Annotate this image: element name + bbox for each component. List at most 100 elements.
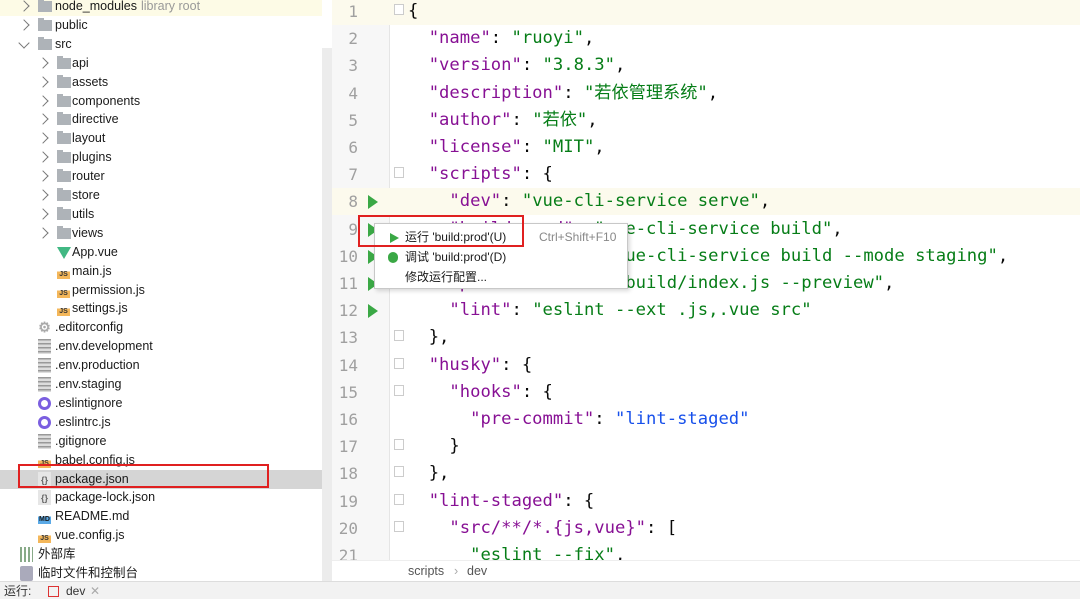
tree-item-public[interactable]: public bbox=[0, 16, 322, 35]
chevron-right-icon[interactable] bbox=[37, 227, 49, 239]
punctuation: , bbox=[707, 82, 719, 103]
tree-item-layout[interactable]: layout bbox=[0, 129, 322, 148]
tree-item-label: settings.js bbox=[72, 301, 128, 316]
punctuation: , bbox=[614, 55, 626, 76]
code-line[interactable]: 14 "husky": { bbox=[332, 352, 1080, 379]
chevron-right-icon[interactable] bbox=[37, 208, 49, 220]
tree-item-gitignore[interactable]: .gitignore bbox=[0, 432, 322, 451]
fold-icon[interactable] bbox=[394, 384, 404, 396]
code-line[interactable]: 21 "eslint --fix", bbox=[332, 542, 1080, 560]
tree-item-plugins[interactable]: plugins bbox=[0, 148, 322, 167]
run-script-icon[interactable] bbox=[368, 195, 378, 210]
tree-item-utils[interactable]: utils bbox=[0, 205, 322, 224]
fold-icon[interactable] bbox=[394, 330, 404, 342]
code-line[interactable]: 16 "pre-commit": "lint-staged" bbox=[332, 406, 1080, 433]
tree-item-settings-js[interactable]: JS settings.js bbox=[0, 299, 322, 318]
menu-item-debug[interactable]: 调试 'build:prod'(D) bbox=[375, 248, 627, 267]
tree-item-assets[interactable]: assets bbox=[0, 73, 322, 92]
tree-item-label: views bbox=[72, 225, 104, 240]
chevron-right-icon[interactable] bbox=[18, 19, 30, 31]
chevron-right-icon[interactable] bbox=[37, 189, 49, 201]
punctuation: : { bbox=[501, 354, 533, 375]
fold-icon[interactable] bbox=[394, 4, 404, 15]
tree-item-eslintrc-js[interactable]: .eslintrc.js bbox=[0, 413, 322, 432]
punctuation: , bbox=[884, 273, 895, 293]
breadcrumb-dev[interactable]: dev bbox=[467, 561, 487, 582]
tree-item-label: public bbox=[55, 17, 88, 32]
chevron-right-icon[interactable] bbox=[37, 94, 49, 107]
fold-icon[interactable] bbox=[394, 167, 404, 179]
tree-item-eslintignore[interactable]: .eslintignore bbox=[0, 394, 322, 413]
code-line[interactable]: 2 "name": "ruoyi", bbox=[332, 25, 1080, 52]
library-icon bbox=[20, 547, 33, 563]
code-line[interactable]: 17 } bbox=[332, 433, 1080, 460]
run-label: 运行: bbox=[4, 584, 32, 598]
code-line[interactable]: 13 }, bbox=[332, 324, 1080, 351]
tree-item-label: store bbox=[72, 188, 100, 202]
fold-icon[interactable] bbox=[394, 493, 404, 505]
tree-item-node-modules[interactable]: node_modules library root bbox=[0, 0, 322, 16]
tree-item-label: vue.config.js bbox=[55, 528, 125, 543]
code-line[interactable]: 19 "lint-staged": { bbox=[332, 488, 1080, 515]
code-text: "lint-staged": { bbox=[408, 488, 595, 515]
tree-item-store[interactable]: store bbox=[0, 186, 322, 205]
run-tab-dev[interactable]: dev bbox=[66, 582, 85, 600]
tree-item-label: node_modules bbox=[55, 0, 138, 13]
punctuation: : bbox=[490, 28, 512, 49]
tree-item-[interactable]: 临时文件和控制台 bbox=[0, 564, 322, 581]
debug-icon bbox=[388, 252, 398, 263]
punctuation bbox=[408, 110, 429, 130]
code-line[interactable]: 4 "description": "若依管理系统", bbox=[332, 80, 1080, 107]
tree-item-api[interactable]: api bbox=[0, 54, 322, 73]
breadcrumb-scripts[interactable]: scripts bbox=[408, 561, 444, 582]
fold-icon[interactable] bbox=[394, 357, 404, 369]
tree-item-vue-config-js[interactable]: JS vue.config.js bbox=[0, 526, 322, 545]
code-line[interactable]: 6 "license": "MIT", bbox=[332, 134, 1080, 161]
tree-item-editorconfig[interactable]: ⚙ .editorconfig bbox=[0, 318, 322, 337]
tree-item-views[interactable]: views bbox=[0, 224, 322, 243]
code-line[interactable]: 8 "dev": "vue-cli-service serve", bbox=[332, 188, 1080, 216]
fold-icon[interactable] bbox=[394, 466, 404, 478]
tree-item-main-js[interactable]: JS main.js bbox=[0, 262, 322, 281]
tree-item-components[interactable]: components bbox=[0, 92, 322, 111]
tree-item-directive[interactable]: directive bbox=[0, 110, 322, 129]
code-line[interactable]: 18 }, bbox=[332, 460, 1080, 487]
run-script-icon[interactable] bbox=[368, 304, 378, 319]
tree-item-env-development[interactable]: .env.development bbox=[0, 337, 322, 356]
code-line[interactable]: 15 "hooks": { bbox=[332, 379, 1080, 406]
tree-item-router[interactable]: router bbox=[0, 167, 322, 186]
chevron-down-icon[interactable] bbox=[18, 37, 30, 49]
close-icon[interactable]: ✕ bbox=[90, 582, 100, 600]
chevron-right-icon[interactable] bbox=[37, 132, 49, 144]
tree-item-readme-md[interactable]: MD README.md bbox=[0, 507, 322, 526]
fold-icon[interactable] bbox=[394, 520, 404, 532]
line-number: 11 bbox=[338, 274, 358, 293]
menu-item-edit-config[interactable]: 修改运行配置... bbox=[375, 268, 627, 287]
line-number: 21 bbox=[338, 546, 358, 560]
code-line[interactable]: 12 "lint": "eslint --ext .js,.vue src" bbox=[332, 297, 1080, 324]
tree-item-env-staging[interactable]: .env.staging bbox=[0, 375, 322, 394]
js-file-icon: JS bbox=[38, 528, 51, 544]
chevron-right-icon[interactable] bbox=[37, 75, 49, 88]
gear-icon: ⚙ bbox=[38, 319, 51, 336]
chevron-right-icon[interactable] bbox=[37, 151, 49, 163]
chevron-right-icon[interactable] bbox=[37, 57, 49, 69]
code-line[interactable]: 3 "version": "3.8.3", bbox=[332, 52, 1080, 79]
chevron-right-icon[interactable] bbox=[37, 170, 49, 182]
code-line[interactable]: 7 "scripts": { bbox=[332, 161, 1080, 188]
chevron-right-icon[interactable] bbox=[18, 0, 30, 12]
tree-item-label: .env.development bbox=[55, 339, 153, 354]
tree-item-env-production[interactable]: .env.production bbox=[0, 356, 322, 375]
code-line[interactable]: 1{ bbox=[332, 0, 1080, 25]
highlight-box bbox=[18, 464, 269, 488]
tree-item-permission-js[interactable]: JS permission.js bbox=[0, 281, 322, 300]
tree-item-app-vue[interactable]: App.vue bbox=[0, 243, 322, 262]
tree-item-src[interactable]: src bbox=[0, 35, 322, 54]
tree-scrollbar[interactable] bbox=[322, 48, 332, 581]
tree-item-package-lock-json[interactable]: {} package-lock.json bbox=[0, 488, 322, 507]
fold-icon[interactable] bbox=[394, 439, 404, 451]
chevron-right-icon[interactable] bbox=[37, 113, 49, 126]
code-line[interactable]: 5 "author": "若依", bbox=[332, 107, 1080, 134]
code-line[interactable]: 20 "src/**/*.{js,vue}": [ bbox=[332, 515, 1080, 542]
tree-item-[interactable]: 外部库 bbox=[0, 545, 322, 564]
